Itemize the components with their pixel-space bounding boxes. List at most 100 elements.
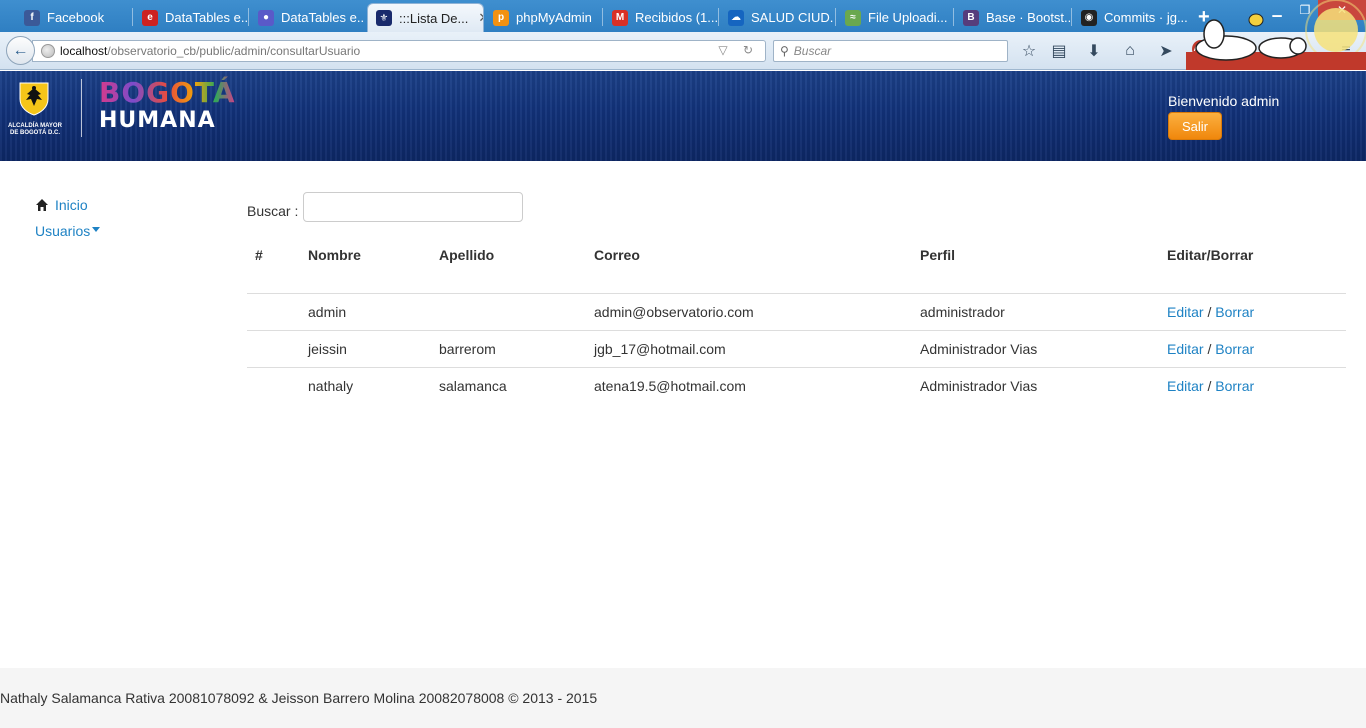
cell-correo: admin@observatorio.com [586,293,912,331]
browser-tab-label: DataTables e... [165,10,248,25]
cell-actions: Editar / Borrar [1159,293,1346,331]
address-bar[interactable]: localhost/observatorio_cb/public/admin/c… [32,40,766,62]
sidebar-item-usuarios[interactable]: Usuarios [35,222,101,240]
browser-tab-label: Commits · jg... [1104,10,1188,25]
browser-tab[interactable]: p phpMyAdmin [485,3,601,32]
sidebar-item-inicio[interactable]: Inicio [35,196,100,214]
table-row: admin admin@observatorio.com administrad… [247,293,1346,331]
datatables-icon: ● [258,9,274,26]
edit-link[interactable]: Editar [1167,378,1204,394]
page-footer: Nathaly Salamanca Rativa 20081078092 & J… [0,668,1366,728]
tab-separator [602,8,603,26]
tab-separator [1071,8,1072,26]
sidebar-item-label: Usuarios [35,223,91,239]
browser-tab-label: Recibidos (1... [635,10,717,25]
download-icon[interactable]: ⬇ [1084,41,1104,61]
file-upload-icon: ≈ [845,9,861,26]
search-icon: ⚲ [780,44,789,58]
brand-humana: HUMANA [99,108,216,133]
browser-tab[interactable]: ≈ File Uploadi... [837,3,952,32]
cell-apellido: barrerom [431,330,586,368]
back-button[interactable]: ← [6,36,35,65]
cell-actions: Editar / Borrar [1159,367,1346,404]
browser-tab[interactable]: B Base · Bootst... [955,3,1070,32]
cell-nombre: admin [300,293,431,331]
alcaldia-text: ALCALDÍA MAYOR DE BOGOTÁ D.C. [3,123,67,137]
reading-list-icon[interactable]: ▤ [1049,41,1069,61]
action-separator: / [1207,340,1212,357]
browser-tab[interactable]: ⚜:::Lista De... ✕ [367,3,484,32]
delete-link[interactable]: Borrar [1215,304,1254,320]
url-host: localhost [60,44,108,58]
bookmark-star-icon[interactable]: ☆ [1019,41,1039,61]
browser-search-input[interactable]: ⚲ Buscar [773,40,1008,62]
tab-separator [132,8,133,26]
browser-tab[interactable]: ◉ Commits · jg... [1073,3,1193,32]
cell-perfil: Administrador Vias [920,377,1038,394]
cell-actions: Editar / Borrar [1159,330,1346,368]
cell-correo: jgb_17@hotmail.com [586,330,912,368]
browser-tab-bar: f Facebook e DataTables e... ● DataTables e..… [0,0,1366,32]
edit-link[interactable]: Editar [1167,304,1204,320]
delete-link[interactable]: Borrar [1215,378,1254,394]
phpmyadmin-icon: p [493,9,509,26]
site-header: ALCALDÍA MAYOR DE BOGOTÁ D.C. BOGOTÁ HUM… [0,71,1366,161]
column-header-nombre[interactable]: Nombre [300,234,431,294]
action-separator: / [1207,377,1212,394]
browser-tab-label: phpMyAdmin [516,10,592,25]
browser-tab-label: File Uploadi... [868,10,948,25]
tab-separator [953,8,954,26]
browser-tab-label: SALUD CIUD... [751,10,834,25]
cell-number [247,367,300,404]
users-table: # Nombre Apellido Correo Perfil Editar/B… [247,234,1346,404]
facebook-icon: f [24,9,40,26]
sidebar-item-label: Inicio [55,197,88,213]
brand-bogota: BOGOTÁ [99,79,236,107]
close-tab-icon[interactable]: ✕ [478,10,483,26]
search-label: Buscar : [247,203,299,219]
column-header-editar-borrar[interactable]: Editar/Borrar [1159,234,1346,294]
cloud-icon: ☁ [728,9,744,26]
browser-tab-label: :::Lista De... [399,10,469,26]
tab-separator [718,8,719,26]
table-search: Buscar : [247,192,524,222]
edit-link[interactable]: Editar [1167,341,1204,357]
welcome-text: Bienvenido admin [1168,93,1280,109]
action-separator: / [1207,303,1212,320]
browser-tab[interactable]: ☁ SALUD CIUD... [720,3,834,32]
home-page-icon[interactable]: ⌂ [1120,41,1140,61]
browser-tab[interactable]: f Facebook [16,3,131,32]
search-input[interactable] [303,192,524,222]
github-icon: ◉ [1081,9,1097,26]
delete-link[interactable]: Borrar [1215,341,1254,357]
column-header-apellido[interactable]: Apellido [431,234,586,294]
browser-tab[interactable]: M Recibidos (1... [604,3,717,32]
gmail-icon: M [612,9,628,26]
cell-perfil: Administrador Vias [912,330,1159,368]
browser-tab[interactable]: e DataTables e... [134,3,248,32]
cell-nombre: jeissin [300,330,431,368]
column-header-number[interactable]: # [247,234,300,294]
column-header-perfil[interactable]: Perfil [912,234,1159,294]
cell-correo: atena19.5@hotmail.com [594,377,746,394]
column-header-correo[interactable]: Correo [586,234,912,294]
footer-text: Nathaly Salamanca Rativa 20081078092 & J… [0,690,598,706]
table-header-row: # Nombre Apellido Correo Perfil Editar/B… [247,234,1346,294]
cell-number [247,330,300,368]
table-row: nathaly salamanca atena19.5@hotmail.com … [247,367,1346,404]
url-path: /observatorio_cb/public/admin/consultarU… [107,44,361,58]
send-icon[interactable]: ➤ [1156,41,1176,61]
reload-icon[interactable]: ▽ ↻ [718,43,759,57]
arrow-left-icon: ← [12,41,29,59]
cell-apellido [431,293,586,331]
logout-button[interactable]: Salir [1168,112,1222,140]
logo-divider [81,79,82,137]
cell-nombre: nathaly [308,377,354,394]
table-row: jeissin barrerom jgb_17@hotmail.com Admi… [247,330,1346,368]
globe-icon [41,44,55,58]
caret-down-icon [92,227,101,232]
alcaldia-line-2: DE BOGOTÁ D.C. [9,130,60,136]
cell-number [247,293,300,331]
browser-tab[interactable]: ● DataTables e... [250,3,364,32]
home-icon [36,199,48,211]
